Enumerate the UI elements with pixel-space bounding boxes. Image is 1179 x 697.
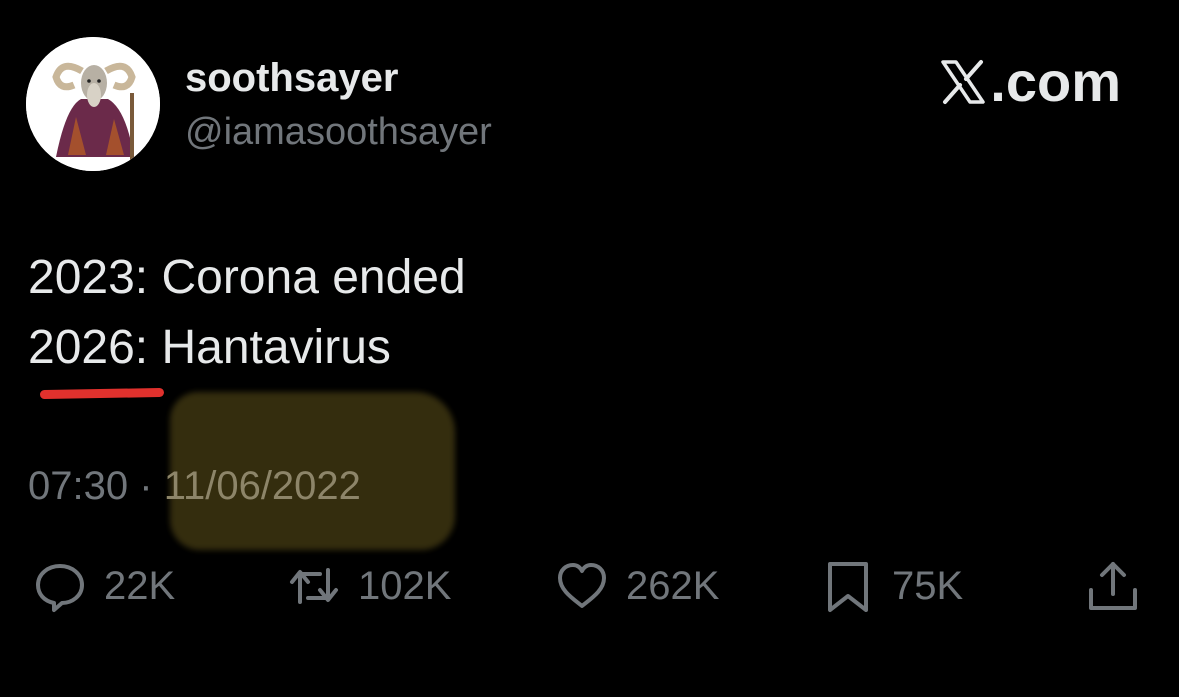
tweet-date: 11/06/2022 [163, 464, 361, 508]
like-button[interactable]: 262K [554, 556, 719, 616]
display-name[interactable]: soothsayer [185, 55, 398, 101]
avatar[interactable] [26, 37, 160, 171]
heart-icon [558, 563, 606, 608]
share-button[interactable] [1085, 556, 1141, 616]
bookmark-button[interactable]: 75K [820, 556, 963, 616]
bookmark-count: 75K [892, 563, 964, 608]
user-handle[interactable]: @iamasoothsayer [185, 110, 492, 154]
bookmark-icon [828, 562, 868, 612]
action-bar: 22K 102K 262K 75K [0, 556, 1179, 616]
reply-count: 22K [104, 563, 176, 608]
tweet-timestamp[interactable]: 07:30 · 11/06/2022 [28, 462, 361, 510]
brand-watermark: .com [940, 52, 1121, 112]
retweet-count: 102K [358, 563, 452, 608]
retweet-icon [290, 568, 338, 604]
tweet-text-line-1: 2023: Corona ended [28, 251, 466, 304]
tweet-text-line-2: 2026: Hantavirus [28, 321, 391, 374]
brand-label: .com [990, 50, 1121, 113]
like-count: 262K [626, 563, 720, 608]
red-underline-annotation [39, 387, 165, 400]
x-logo-icon [941, 60, 986, 104]
reply-icon [36, 564, 84, 612]
goat-soothsayer-avatar [26, 37, 160, 171]
retweet-button[interactable]: 102K [286, 556, 451, 616]
share-icon [1089, 562, 1137, 610]
reply-button[interactable]: 22K [32, 556, 175, 616]
meta-separator: · [139, 464, 153, 508]
tweet-time: 07:30 [28, 464, 129, 508]
